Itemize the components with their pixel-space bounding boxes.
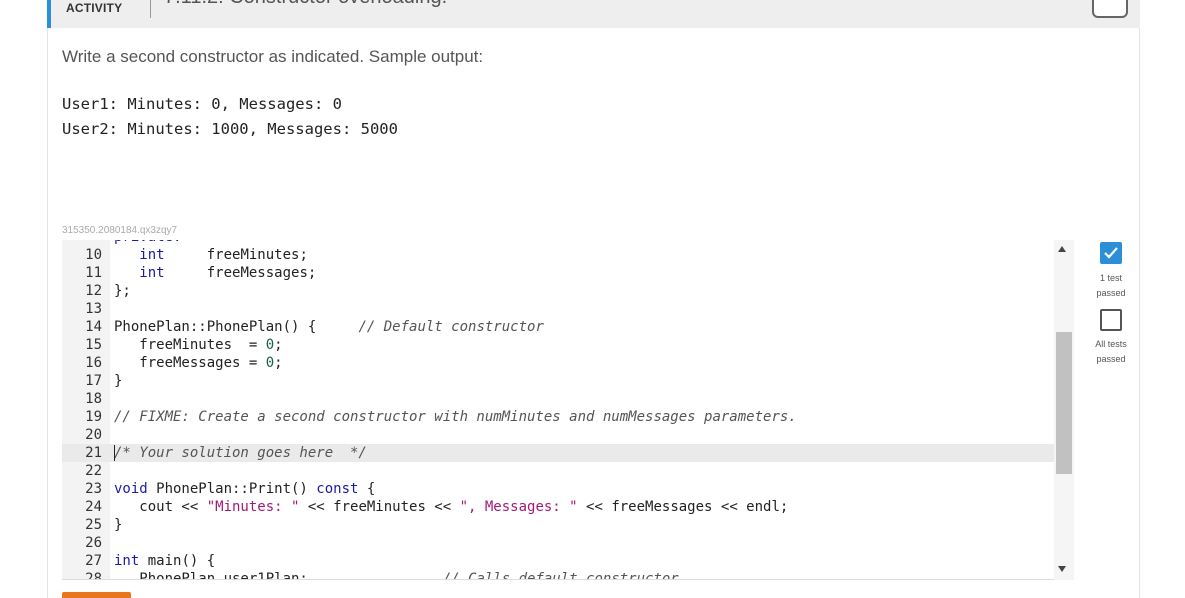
code-text: freeMinutes = 0;	[114, 337, 283, 353]
code-text: }	[114, 373, 123, 389]
scroll-up-icon[interactable]	[1058, 246, 1066, 252]
code-line[interactable]: 22	[62, 462, 1054, 480]
test1-status-label: 1 test passed	[1081, 271, 1141, 301]
code-line[interactable]: 24 cout << "Minutes: " << freeMinutes <<…	[62, 498, 1054, 516]
code-line[interactable]: 12};	[62, 282, 1054, 300]
scrollbar-thumb[interactable]	[1056, 332, 1072, 474]
test2-status-line: passed	[1096, 354, 1126, 364]
line-number: 11	[85, 265, 102, 281]
activity-label: ACTIVITY	[66, 1, 123, 15]
code-line[interactable]: 18	[62, 390, 1054, 408]
code-line[interactable]: 15 freeMinutes = 0;	[62, 336, 1054, 354]
text-cursor	[114, 445, 115, 461]
line-number: 25	[85, 517, 102, 533]
code-line[interactable]: 23 void PhonePlan::Print() const {	[62, 480, 1054, 498]
header-accent-bar	[47, 0, 51, 28]
all-tests-checkbox	[1100, 309, 1122, 331]
code-text: // FIXME: Create a second constructor wi…	[114, 409, 797, 425]
line-number: 24	[85, 499, 102, 515]
code-id: 315350.2080184.qx3zqy7	[62, 225, 178, 236]
code-line[interactable]: 13	[62, 300, 1054, 318]
code-text: cout << "Minutes: " << freeMinutes << ",…	[114, 499, 789, 515]
code-text: int freeMessages;	[139, 265, 317, 281]
line-number: 10	[85, 247, 102, 263]
code-line[interactable]: 19 // FIXME: Create a second constructor …	[62, 408, 1054, 426]
test1-status-line: passed	[1096, 288, 1126, 298]
code-line[interactable]: 16 freeMessages = 0;	[62, 354, 1054, 372]
code-line[interactable]: 27 int main() {	[62, 552, 1054, 570]
line-number: 16	[85, 355, 102, 371]
code-text: PhonePlan::PhonePlan() { // Default cons…	[114, 319, 544, 335]
code-line[interactable]: 10 int freeMinutes;	[62, 246, 1054, 264]
line-number: 21	[85, 445, 102, 461]
code-line[interactable]: 26	[62, 534, 1054, 552]
line-number: 13	[85, 301, 102, 317]
code-text: }	[114, 517, 123, 533]
completion-badge-icon	[1092, 0, 1128, 18]
code-line[interactable]: 25}	[62, 516, 1054, 534]
test1-status-line: 1 test	[1099, 273, 1122, 283]
code-line[interactable]: 14 PhonePlan::PhonePlan() { // Default co…	[62, 318, 1054, 336]
code-text: /* Your solution goes here */	[114, 445, 367, 461]
checkmark-icon	[1104, 247, 1118, 259]
code-text: int main() {	[114, 553, 216, 569]
code-editor[interactable]: private:10 int freeMinutes;11 int freeMe…	[62, 240, 1074, 580]
code-line[interactable]: 11 int freeMessages;	[62, 264, 1054, 282]
code-text: PhonePlan user1Plan; // Calls default co…	[114, 571, 679, 580]
test2-status-label: All tests passed	[1081, 337, 1141, 367]
line-number: 15	[85, 337, 102, 353]
sample-output-line: User1: Minutes: 0, Messages: 0	[62, 95, 342, 113]
line-number: 12	[85, 283, 102, 299]
code-text: void PhonePlan::Print() const {	[114, 481, 376, 497]
code-line[interactable]: 28 PhonePlan user1Plan; // Calls default…	[62, 570, 1054, 580]
line-number: 23	[85, 481, 102, 497]
line-number: 22	[85, 463, 102, 479]
header-separator	[150, 0, 151, 18]
line-number: 27	[85, 553, 102, 569]
line-number: 20	[85, 427, 102, 443]
code-line[interactable]: 21 /* Your solution goes here */	[62, 444, 1054, 462]
code-line[interactable]: 17}	[62, 372, 1054, 390]
line-number: 28	[85, 571, 102, 580]
code-text: int freeMinutes;	[139, 247, 308, 263]
line-number: 19	[85, 409, 102, 425]
sample-output: User1: Minutes: 0, Messages: 0 User2: Min…	[62, 92, 398, 142]
test2-status-line: All tests	[1095, 339, 1127, 349]
code-text: };	[114, 283, 131, 299]
activity-title: 7.11.2: Constructor overloading.	[164, 0, 447, 9]
run-button[interactable]	[62, 592, 131, 598]
code-text: freeMessages = 0;	[114, 355, 283, 371]
line-number: 26	[85, 535, 102, 551]
line-number: 17	[85, 373, 102, 389]
line-number: 14	[85, 319, 102, 335]
sample-output-line: User2: Minutes: 1000, Messages: 5000	[62, 120, 398, 138]
scroll-down-icon[interactable]	[1058, 566, 1066, 572]
code-line[interactable]: 20	[62, 426, 1054, 444]
instructions-text: Write a second constructor as indicated.…	[62, 47, 484, 66]
line-number: 18	[85, 391, 102, 407]
test-passed-checkbox	[1100, 242, 1122, 264]
